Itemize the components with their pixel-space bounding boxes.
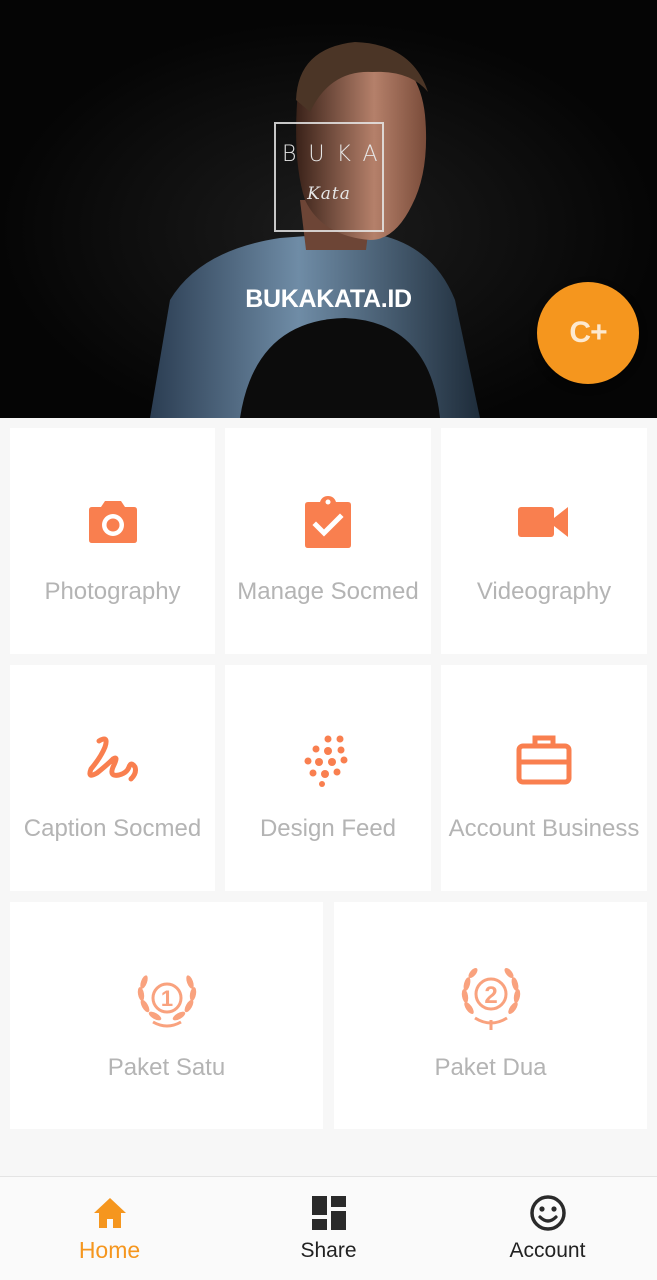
service-label: Caption Socmed [23,815,202,842]
service-label: Videography [476,578,612,605]
package-number: 1 [160,986,172,1011]
squiggle-icon [83,729,143,789]
package-satu[interactable]: 1 Paket Satu [10,902,323,1129]
home-icon [90,1193,130,1233]
service-label: Manage Socmed [237,578,419,605]
smiley-icon [528,1193,568,1233]
package-label: Paket Dua [434,1054,547,1081]
service-label: Photography [44,578,181,605]
app-screen: BUKA Kata BUKAKATA.ID C+ Photography Man… [0,0,657,1280]
logo-text: BUKA [282,142,390,167]
brand-logo: BUKA Kata [274,122,384,232]
video-camera-icon [514,492,574,552]
logo-script: Kata [307,184,351,204]
nav-home[interactable]: Home [0,1177,219,1280]
laurel-two-icon: 2 [455,964,527,1036]
coins-add-button[interactable]: C+ [537,282,639,384]
service-caption-socmed[interactable]: Caption Socmed [10,665,215,891]
package-number: 2 [484,982,497,1009]
service-photography[interactable]: Photography [10,428,215,654]
nav-share-label: Share [300,1239,357,1262]
nav-share[interactable]: Share [219,1177,438,1280]
service-label: Account Business [448,815,640,842]
laurel-one-icon: 1 [131,964,203,1036]
service-videography[interactable]: Videography [441,428,647,654]
service-account-business[interactable]: Account Business [441,665,647,891]
briefcase-icon [514,729,574,789]
nav-account-label: Account [509,1239,586,1262]
dashboard-icon [309,1193,349,1233]
service-design-feed[interactable]: Design Feed [225,665,431,891]
bottom-navigation: Home Share Account [0,1176,657,1280]
clipboard-check-icon [298,492,358,552]
camera-icon [83,492,143,552]
service-manage-socmed[interactable]: Manage Socmed [225,428,431,654]
nav-account[interactable]: Account [438,1177,657,1280]
package-dua[interactable]: 2 Paket Dua [334,902,647,1129]
package-label: Paket Satu [107,1054,226,1081]
nav-home-label: Home [78,1237,141,1263]
service-label: Design Feed [259,815,397,842]
dots-grid-icon [298,729,358,789]
